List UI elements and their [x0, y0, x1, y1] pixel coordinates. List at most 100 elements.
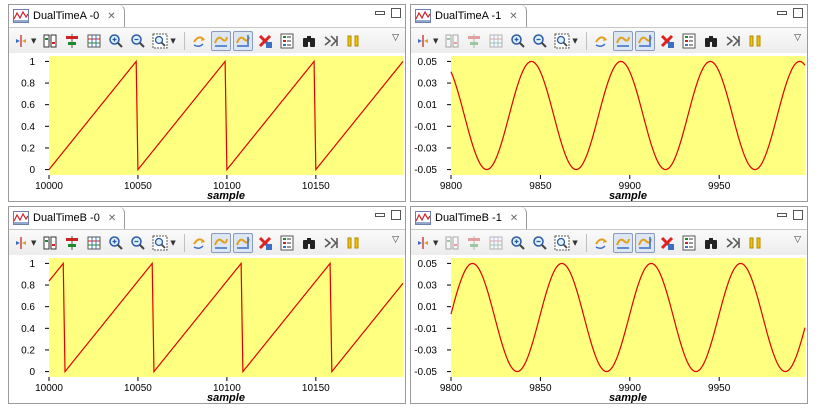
pause-icon[interactable] [745, 31, 765, 51]
minimize-button[interactable] [375, 213, 385, 217]
split-channels-icon[interactable] [40, 31, 60, 51]
chevron-down-icon[interactable]: ▼ [572, 239, 577, 247]
plot-background[interactable] [451, 258, 805, 377]
binoculars-icon[interactable] [701, 233, 721, 253]
chevron-down-icon[interactable]: ▼ [572, 37, 577, 45]
binoculars-icon[interactable] [299, 31, 319, 51]
properties-icon[interactable] [277, 233, 297, 253]
maximize-button[interactable] [793, 8, 803, 18]
plot-area[interactable]: 0.05 0.03 0.01 -0.01 -0.03 -0.05 9800 9850 9900 9… [411, 255, 807, 403]
view-menu-icon[interactable]: ▽ [794, 33, 801, 43]
marker-dropdown-icon[interactable] [11, 233, 31, 253]
align-icon[interactable] [62, 233, 82, 253]
minimize-button[interactable] [375, 11, 385, 15]
zoom-region-dropdown-icon[interactable] [552, 233, 572, 253]
chevron-down-icon[interactable]: ▼ [31, 37, 36, 45]
step-icon[interactable] [321, 31, 341, 51]
clear-icon[interactable] [255, 31, 275, 51]
plot-background[interactable] [451, 56, 805, 175]
split-channels-icon[interactable] [40, 233, 60, 253]
close-icon[interactable]: ✕ [108, 213, 116, 224]
properties-icon[interactable] [277, 31, 297, 51]
align-icon[interactable] [464, 233, 484, 253]
properties-icon[interactable] [679, 233, 699, 253]
plot-area[interactable]: 0 0.2 0.4 0.6 0.8 1 10000 10050 10100 10150 sample [9, 255, 405, 403]
plot-area[interactable]: 0.05 0.03 0.01 -0.01 -0.03 -0.05 9800 9850 9900 9… [411, 53, 807, 201]
zoom-in-icon[interactable] [508, 31, 528, 51]
view-menu-icon[interactable]: ▽ [392, 33, 399, 43]
close-icon[interactable]: ✕ [107, 11, 115, 22]
maximize-button[interactable] [391, 210, 401, 220]
minimize-button[interactable] [777, 213, 787, 217]
pan-icon[interactable] [591, 31, 611, 51]
auto-scale-x-icon[interactable] [210, 233, 231, 253]
clear-icon[interactable] [657, 233, 677, 253]
waveform-view-icon [13, 9, 29, 23]
grid-icon[interactable] [486, 31, 506, 51]
chevron-down-icon[interactable]: ▼ [170, 37, 175, 45]
maximize-button[interactable] [391, 8, 401, 18]
auto-scale-x-icon[interactable] [612, 31, 633, 51]
grid-icon[interactable] [486, 233, 506, 253]
zoom-out-icon[interactable] [128, 31, 148, 51]
zoom-out-icon[interactable] [530, 233, 550, 253]
chevron-down-icon[interactable]: ▼ [170, 239, 175, 247]
view-tab[interactable]: DualTimeA -0 ✕ [9, 5, 125, 27]
zoom-out-icon[interactable] [128, 233, 148, 253]
auto-scale-y-icon[interactable] [634, 233, 655, 253]
auto-scale-x-icon[interactable] [612, 233, 633, 253]
auto-scale-y-icon[interactable] [232, 31, 253, 51]
auto-scale-y-icon[interactable] [232, 233, 253, 253]
auto-scale-y-icon[interactable] [634, 31, 655, 51]
view-tab[interactable]: DualTimeB -1 ✕ [411, 207, 528, 229]
zoom-in-icon[interactable] [106, 31, 126, 51]
step-icon[interactable] [321, 233, 341, 253]
grid-icon[interactable] [84, 233, 104, 253]
align-icon[interactable] [62, 31, 82, 51]
properties-icon[interactable] [679, 31, 699, 51]
zoom-region-dropdown-icon[interactable] [150, 233, 170, 253]
binoculars-icon[interactable] [701, 31, 721, 51]
grid-icon[interactable] [84, 31, 104, 51]
pause-icon[interactable] [343, 31, 363, 51]
binoculars-icon[interactable] [299, 233, 319, 253]
view-tab[interactable]: DualTimeB -0 ✕ [9, 207, 126, 229]
clear-icon[interactable] [657, 31, 677, 51]
y-tick-label: 0.01 [418, 302, 438, 313]
split-channels-icon[interactable] [442, 31, 462, 51]
align-icon[interactable] [464, 31, 484, 51]
clear-icon[interactable] [255, 233, 275, 253]
pan-icon[interactable] [189, 31, 209, 51]
auto-scale-x-icon[interactable] [210, 31, 231, 51]
view-menu-icon[interactable]: ▽ [794, 235, 801, 245]
zoom-region-dropdown-icon[interactable] [552, 31, 572, 51]
step-icon[interactable] [723, 31, 743, 51]
zoom-in-icon[interactable] [508, 233, 528, 253]
zoom-region-dropdown-icon[interactable] [150, 31, 170, 51]
marker-dropdown-icon[interactable] [11, 31, 31, 51]
split-channels-icon[interactable] [442, 233, 462, 253]
marker-dropdown-icon[interactable] [413, 31, 433, 51]
view-menu-icon[interactable]: ▽ [392, 235, 399, 245]
chevron-down-icon[interactable]: ▼ [433, 37, 438, 45]
pause-icon[interactable] [343, 233, 363, 253]
zoom-out-icon[interactable] [530, 31, 550, 51]
plot-area[interactable]: 0 0.2 0.4 0.6 0.8 1 10000 10050 10100 10150 sample [9, 53, 405, 201]
close-icon[interactable]: ✕ [509, 11, 517, 22]
maximize-button[interactable] [793, 210, 803, 220]
pan-icon[interactable] [189, 233, 209, 253]
view-tab-bar: DualTimeB -0 ✕ [9, 207, 405, 229]
view-tab[interactable]: DualTimeA -1 ✕ [411, 5, 527, 27]
y-tick-label: 0.2 [21, 143, 35, 154]
chevron-down-icon[interactable]: ▼ [433, 239, 438, 247]
marker-dropdown-icon[interactable] [413, 233, 433, 253]
y-tick-label: 0.8 [21, 79, 35, 90]
close-icon[interactable]: ✕ [510, 213, 518, 224]
step-icon[interactable] [723, 233, 743, 253]
pause-icon[interactable] [745, 233, 765, 253]
zoom-in-icon[interactable] [106, 233, 126, 253]
chevron-down-icon[interactable]: ▼ [31, 239, 36, 247]
plot-background[interactable] [49, 258, 403, 377]
minimize-button[interactable] [777, 11, 787, 15]
pan-icon[interactable] [591, 233, 611, 253]
